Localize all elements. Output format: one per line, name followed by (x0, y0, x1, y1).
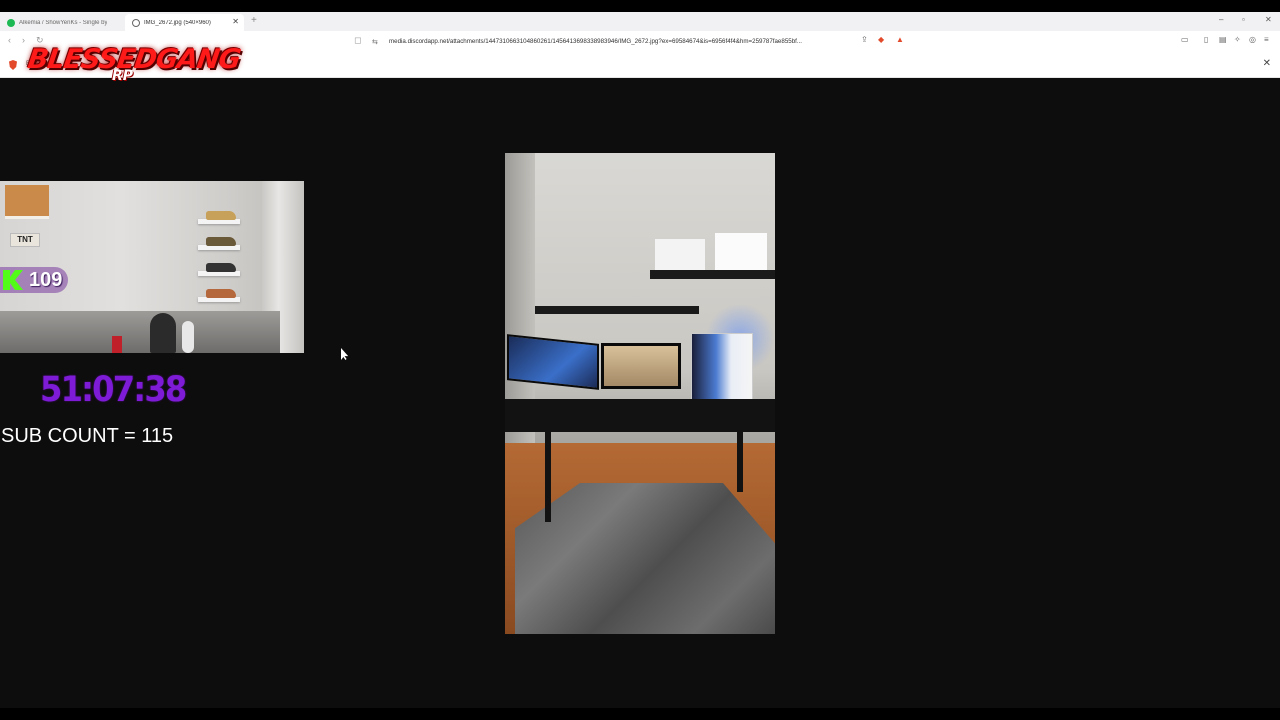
wallet-icon[interactable]: ▤ (1219, 35, 1227, 44)
couch (0, 311, 280, 353)
tab-bar: Alkemia / ShowYenKs - Single by Co IMG_2… (0, 12, 1280, 31)
monitor (507, 334, 599, 390)
wall-shelf (535, 306, 699, 314)
rug (515, 483, 775, 634)
tab-label: IMG_2672.jpg (540×960) (144, 19, 211, 26)
sub-count: SUB COUNT = 115 (1, 425, 174, 447)
lamp (150, 313, 176, 353)
spotify-icon (7, 18, 15, 27)
restore-icon[interactable]: ▫ (1242, 15, 1245, 24)
vpn-icon[interactable]: ▭ (1181, 35, 1189, 44)
bookmark-icon[interactable]: ◻ (354, 35, 361, 46)
tab-image[interactable]: IMG_2672.jpg (540×960) ✕ (125, 14, 244, 31)
url-text: media.discordapp.net/attachments/1447310… (389, 38, 803, 45)
displayed-image[interactable] (505, 153, 775, 634)
forward-icon[interactable]: › (22, 35, 25, 45)
brave-shield-icon (9, 60, 17, 70)
leo-icon[interactable]: ◎ (1249, 35, 1256, 44)
desk-leg (737, 432, 743, 492)
shoe (206, 289, 236, 298)
pc-case (691, 333, 753, 403)
back-icon[interactable]: ‹ (8, 35, 11, 45)
follower-count: 109 (29, 268, 63, 291)
shoebox (655, 239, 705, 270)
shoe (206, 263, 236, 272)
desk-leg (545, 432, 551, 522)
wall-shelf (650, 270, 775, 279)
minimize-icon[interactable]: – (1219, 15, 1223, 24)
menu-icon[interactable]: ≡ (1264, 35, 1269, 44)
letterbox-bottom (0, 708, 1280, 720)
kick-logo-icon (3, 270, 23, 290)
close-infobar-icon[interactable]: ✕ (1263, 58, 1271, 69)
shoe (206, 237, 236, 246)
brave-rewards-icon[interactable]: ▲ (896, 35, 904, 44)
follower-badge: 109 (0, 267, 68, 293)
stream-timer: 51:07:38 (40, 370, 187, 410)
tab-spotify[interactable]: Alkemia / ShowYenKs - Single by Co (0, 14, 122, 31)
site-settings-icon[interactable]: ⇆ (372, 38, 380, 46)
logo-subtitle: RP (112, 68, 134, 84)
shoebox (715, 233, 767, 270)
monitor (601, 343, 681, 389)
sidebar-icon[interactable]: ▯ (1204, 35, 1208, 44)
extensions-icon[interactable]: ✧ (1234, 35, 1241, 44)
chair (112, 336, 122, 353)
stream-logo: BLESSEDGANG RP (26, 44, 242, 92)
tnt-sign: TNT (10, 233, 40, 247)
brave-shields-icon[interactable]: ◆ (878, 35, 884, 44)
letterbox-top (0, 0, 1280, 12)
desk (505, 399, 775, 432)
globe-icon (132, 18, 140, 27)
close-tab-icon[interactable]: ✕ (232, 17, 239, 26)
microphone (182, 321, 194, 353)
close-window-icon[interactable]: ✕ (1265, 15, 1272, 24)
new-tab-button[interactable]: + (251, 15, 257, 26)
shoe (206, 211, 236, 220)
tab-label: Alkemia / ShowYenKs - Single by Co (19, 19, 107, 26)
share-icon[interactable]: ⇪ (861, 35, 868, 44)
address-bar[interactable]: ⇆ media.discordapp.net/attachments/14473… (372, 34, 912, 49)
logo-title: BLESSEDGANG (25, 44, 243, 75)
cardboard-box (5, 185, 49, 219)
